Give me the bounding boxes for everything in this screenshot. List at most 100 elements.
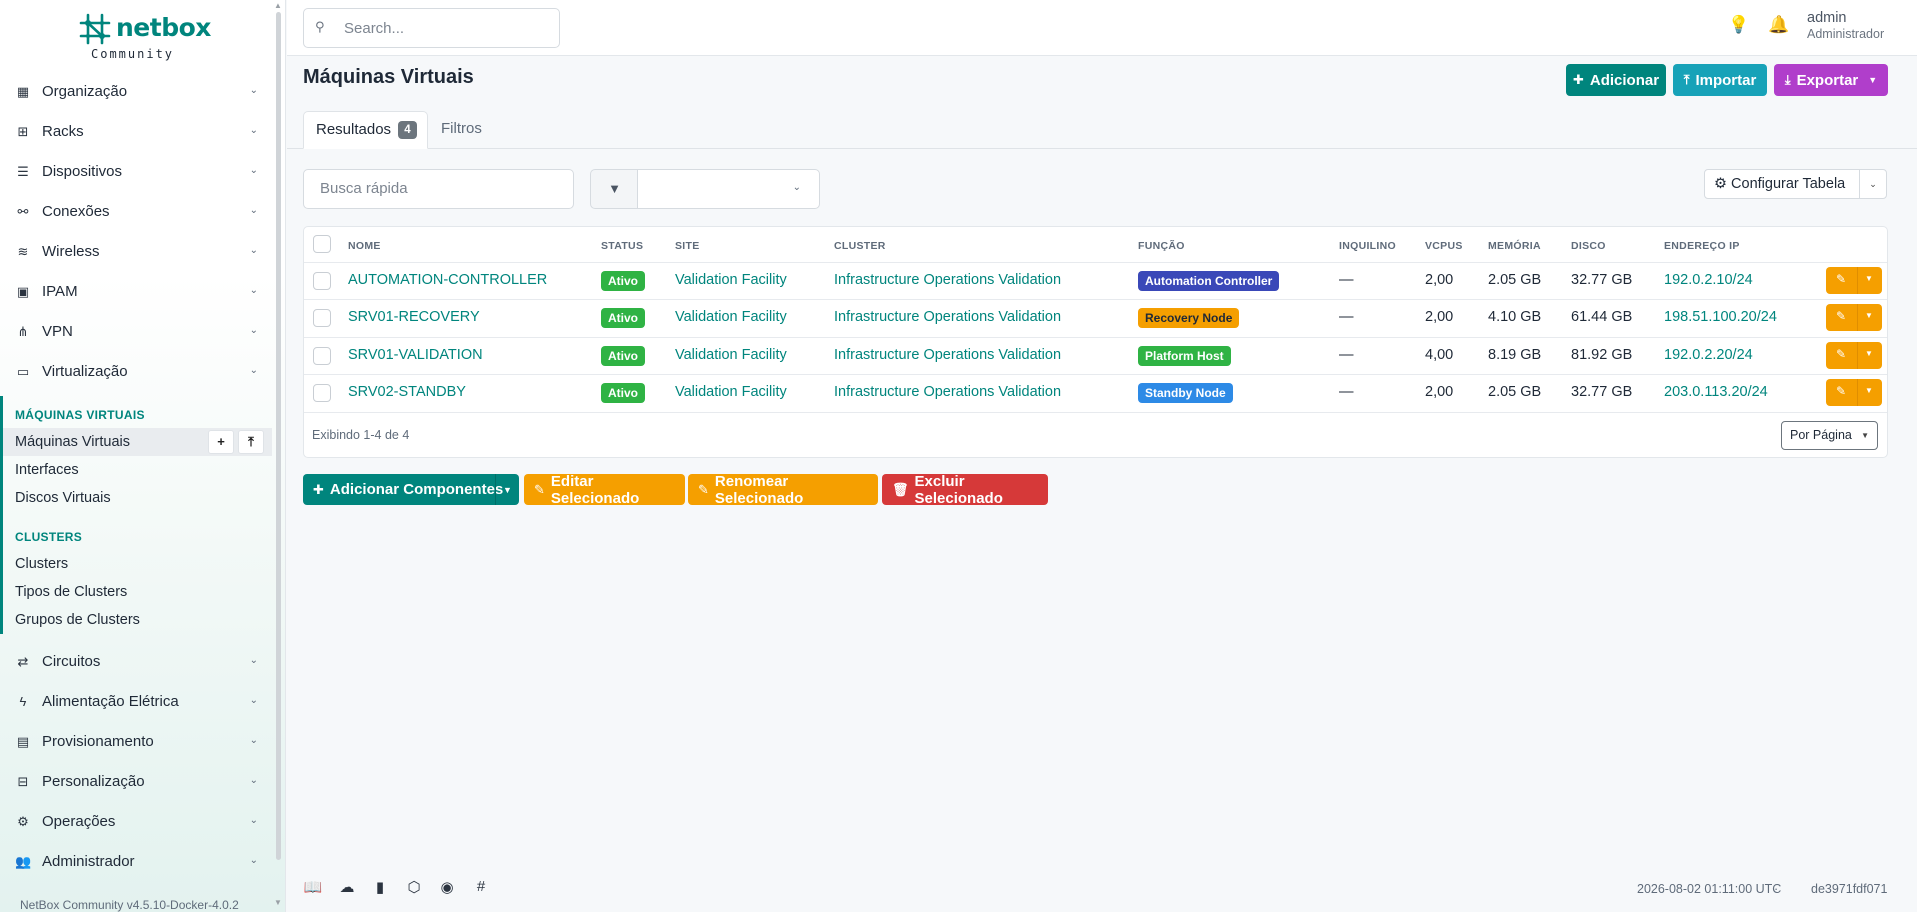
bell-icon[interactable]: 🔔: [1768, 15, 1789, 37]
ip-link[interactable]: 198.51.100.20/24: [1664, 309, 1777, 325]
submenu-link-cluster-groups[interactable]: Grupos de Clusters: [15, 612, 140, 628]
cluster-link[interactable]: Infrastructure Operations Validation: [834, 272, 1061, 288]
row-edit-button[interactable]: ✎ ▼: [1826, 304, 1882, 331]
docs-icon[interactable]: 📖: [303, 878, 323, 898]
sidebar-item-racks[interactable]: ⊞ Racks ⌄: [0, 112, 272, 152]
api-icon[interactable]: ▮: [370, 878, 390, 898]
netbox-logo[interactable]: netbox Community: [78, 10, 218, 62]
sidebar-item-conexoes[interactable]: ⚯ Conexões ⌄: [0, 192, 272, 232]
graphql-icon[interactable]: ⬡: [404, 878, 424, 898]
delete-selected-button[interactable]: 🗑 Excluir Selecionado: [882, 473, 1048, 507]
submenu-link-virtual-machines[interactable]: Máquinas Virtuais + ⤒: [3, 428, 272, 456]
cluster-link[interactable]: Infrastructure Operations Validation: [834, 309, 1061, 325]
sidebar-item-personalizacao[interactable]: ⊟ Personalização ⌄: [0, 762, 272, 802]
column-header-role[interactable]: FUNÇÃO: [1138, 240, 1185, 252]
role-badge[interactable]: Automation Controller: [1138, 271, 1280, 291]
vm-name-link[interactable]: SRV02-STANDBY: [348, 384, 466, 400]
row-checkbox[interactable]: [313, 309, 331, 327]
user-menu[interactable]: admin Administrador: [1807, 10, 1884, 41]
chevron-down-icon[interactable]: ▼: [1865, 386, 1873, 395]
add-components-button[interactable]: ✚ Adicionar Componentes ▼: [303, 474, 519, 505]
submenu-link-interfaces[interactable]: Interfaces: [15, 462, 79, 478]
column-header-disk[interactable]: DISCO: [1571, 240, 1606, 252]
site-link[interactable]: Validation Facility: [675, 347, 787, 363]
site-link[interactable]: Validation Facility: [675, 272, 787, 288]
site-link[interactable]: Validation Facility: [675, 384, 787, 400]
select-all-checkbox[interactable]: [313, 235, 331, 253]
submenu-link-clusters[interactable]: Clusters: [15, 556, 68, 572]
ip-link[interactable]: 192.0.2.10/24: [1664, 272, 1753, 288]
sidebar-item-alimentacao[interactable]: ϟ Alimentação Elétrica ⌄: [0, 682, 272, 722]
submenu-link-virtual-disks[interactable]: Discos Virtuais: [15, 490, 111, 506]
plus-icon: ✚: [313, 481, 324, 497]
cluster-link[interactable]: Infrastructure Operations Validation: [834, 347, 1061, 363]
slack-icon[interactable]: #: [471, 878, 491, 898]
row-edit-button[interactable]: ✎ ▼: [1826, 379, 1882, 406]
chevron-down-icon[interactable]: ▼: [503, 485, 512, 495]
edit-selected-button[interactable]: ✎ Editar Selecionado: [524, 473, 685, 507]
sidebar-item-provisionamento[interactable]: ▤ Provisionamento ⌄: [0, 722, 272, 762]
column-header-status[interactable]: STATUS: [601, 240, 643, 252]
scroll-up-icon[interactable]: ▲: [274, 1, 282, 10]
cluster-link[interactable]: Infrastructure Operations Validation: [834, 384, 1061, 400]
rename-selected-button[interactable]: ✎ Renomear Selecionado: [688, 473, 878, 507]
lightbulb-icon[interactable]: 💡: [1728, 15, 1749, 37]
chevron-down-icon[interactable]: ▼: [1865, 311, 1873, 320]
sidebar-item-virtualizacao[interactable]: ▭ Virtualização ⌄: [0, 352, 272, 392]
sidebar-item-administrador[interactable]: 👥 Administrador ⌄: [0, 842, 272, 882]
row-edit-button[interactable]: ✎ ▼: [1826, 267, 1882, 294]
add-vm-button[interactable]: +: [208, 430, 234, 454]
row-checkbox[interactable]: [313, 384, 331, 402]
per-page-dropdown[interactable]: Por Página ▼: [1781, 421, 1878, 450]
role-badge[interactable]: Standby Node: [1138, 383, 1233, 403]
column-header-tenant[interactable]: INQUILINO: [1339, 240, 1396, 252]
submenu-link-cluster-types[interactable]: Tipos de Clusters: [15, 584, 127, 600]
saved-filter-select[interactable]: ⌄: [637, 169, 820, 209]
vm-name-link[interactable]: AUTOMATION-CONTROLLER: [348, 272, 547, 288]
column-header-vcpus[interactable]: VCPUS: [1425, 240, 1463, 252]
ip-link[interactable]: 203.0.113.20/24: [1664, 384, 1768, 400]
sidebar-item-vpn[interactable]: ⋔ VPN ⌄: [0, 312, 272, 352]
sidebar-item-wireless[interactable]: ≋ Wireless ⌄: [0, 232, 272, 272]
site-link[interactable]: Validation Facility: [675, 309, 787, 325]
import-vm-button[interactable]: ⤒: [238, 430, 264, 454]
sidebar-item-operacoes[interactable]: ⚙ Operações ⌄: [0, 802, 272, 842]
sidebar-item-ipam[interactable]: ▣ IPAM ⌄: [0, 272, 272, 312]
chevron-down-icon[interactable]: ▼: [1865, 349, 1873, 358]
tab-filters[interactable]: Filtros: [441, 120, 482, 137]
tab-results[interactable]: Resultados 4: [303, 111, 428, 149]
filter-button[interactable]: ▼: [590, 169, 638, 209]
column-header-ip[interactable]: ENDEREÇO IP: [1664, 240, 1740, 252]
cloud-icon[interactable]: ☁: [337, 878, 357, 898]
search-input[interactable]: [344, 18, 544, 38]
column-header-site[interactable]: SITE: [675, 240, 700, 252]
quick-search-input[interactable]: Busca rápida: [303, 169, 574, 209]
role-badge[interactable]: Platform Host: [1138, 346, 1231, 366]
import-button[interactable]: ⤒ Importar: [1673, 64, 1767, 96]
sidebar-scrollbar[interactable]: ▲ ▼: [273, 0, 283, 912]
ip-link[interactable]: 192.0.2.20/24: [1664, 347, 1753, 363]
role-badge[interactable]: Recovery Node: [1138, 308, 1240, 328]
sidebar-item-dispositivos[interactable]: ☰ Dispositivos ⌄: [0, 152, 272, 192]
vm-name-link[interactable]: SRV01-VALIDATION: [348, 347, 483, 363]
configure-table-dropdown[interactable]: ⌄: [1859, 169, 1887, 199]
column-header-cluster[interactable]: CLUSTER: [834, 240, 886, 252]
row-checkbox[interactable]: [313, 347, 331, 365]
scroll-down-icon[interactable]: ▼: [274, 898, 282, 907]
github-icon[interactable]: ◉: [437, 878, 457, 898]
chevron-down-icon[interactable]: ▼: [1865, 274, 1873, 283]
add-button[interactable]: ✚ Adicionar: [1566, 64, 1666, 96]
row-edit-button[interactable]: ✎ ▼: [1826, 342, 1882, 369]
configure-table-button[interactable]: ⚙ Configurar Tabela: [1704, 169, 1860, 199]
row-checkbox[interactable]: [313, 272, 331, 290]
export-button[interactable]: ⤓ Exportar ▼: [1774, 64, 1888, 96]
column-header-name[interactable]: NOME: [348, 240, 381, 252]
sidebar-item-circuitos[interactable]: ⇄ Circuitos ⌄: [0, 642, 272, 682]
vcpus-value: 2,00: [1425, 384, 1454, 400]
user-name: admin: [1807, 10, 1847, 26]
sidebar-item-organizacao[interactable]: ▦ Organização ⌄: [0, 72, 272, 112]
column-header-memory[interactable]: MEMÓRIA: [1488, 240, 1541, 252]
scrollbar-thumb[interactable]: [276, 12, 281, 860]
global-search[interactable]: ⚲: [303, 8, 560, 48]
vm-name-link[interactable]: SRV01-RECOVERY: [348, 309, 480, 325]
